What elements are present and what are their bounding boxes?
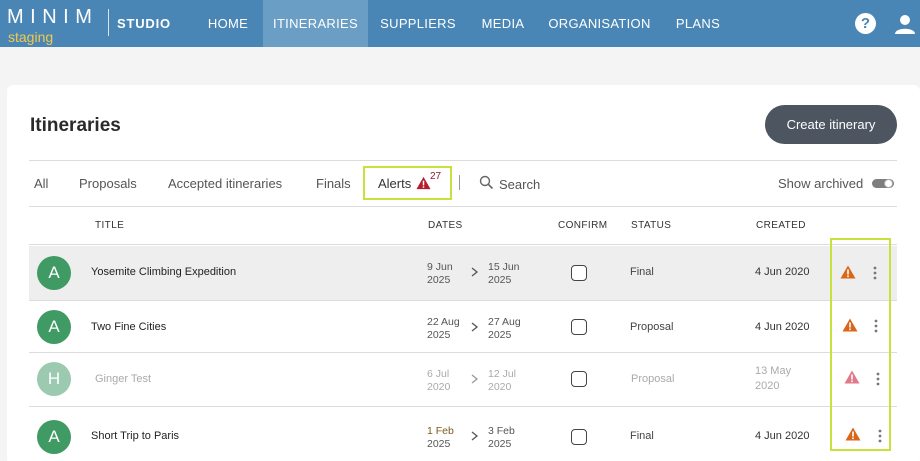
environment-label: staging [8,29,54,45]
header-divider [29,244,897,245]
created-date: 4 Jun 2020 [755,430,810,442]
show-archived-toggle[interactable] [872,179,894,188]
start-date-day: 9 Jun [427,261,453,273]
header-title[interactable]: TITLE [95,220,124,231]
brand-name: MINIM [7,6,99,28]
end-date-day: 3 Feb [488,425,515,437]
header-status[interactable]: STATUS [631,220,671,231]
end-date-day: 12 Jul [488,368,517,380]
product-label: STUDIO [117,16,171,31]
end-date-day: 27 Aug [488,316,521,328]
end-date-year: 2020 [488,381,512,393]
tab-divider [459,175,460,190]
header-created[interactable]: CREATED [756,220,806,231]
brand-divider [108,9,109,36]
top-navigation-bar: MINIM staging STUDIO HOME ITINERARIES SU… [0,0,920,47]
start-date-year: 2025 [427,438,451,450]
tab-alerts[interactable]: Alerts 27 [363,166,452,200]
nav-itineraries[interactable]: ITINERARIES [263,0,368,47]
status-text: Final [630,430,654,442]
table-row[interactable]: H Ginger Test 6 Jul 2020 12 Jul 2020 Pro… [29,353,897,406]
alerts-column-highlight [830,238,891,451]
brand-logo[interactable]: MINIM staging [7,5,102,45]
nav-plans[interactable]: PLANS [667,0,729,47]
confirm-checkbox[interactable] [571,371,587,387]
start-date-day: 22 Aug [427,316,460,328]
avatar: A [37,420,71,454]
avatar: H [37,362,71,396]
nav-media[interactable]: MEDIA [472,0,534,47]
chevron-right-icon [471,267,479,277]
itinerary-title[interactable]: Two Fine Cities [91,321,166,333]
nav-suppliers[interactable]: SUPPLIERS [372,0,464,47]
tab-proposals[interactable]: Proposals [79,176,137,191]
end-date-year: 2025 [488,438,512,450]
start-date-year: 2025 [427,329,451,341]
search-label[interactable]: Search [499,177,540,192]
page-title: Itineraries [30,115,121,136]
created-date-year: 2020 [755,380,780,392]
alert-warning-icon [416,176,431,190]
end-date-day: 15 Jun [488,261,520,273]
start-date-day: 1 Feb [427,425,454,437]
start-date-year: 2020 [427,381,451,393]
header-dates[interactable]: DATES [428,220,463,231]
end-date-year: 2025 [488,329,512,341]
filters-divider [29,206,897,207]
create-itinerary-button[interactable]: Create itinerary [765,105,897,144]
user-icon[interactable] [894,13,916,35]
start-date-year: 2025 [427,274,451,286]
search-icon[interactable] [479,175,494,190]
chevron-right-icon [471,374,479,384]
confirm-checkbox[interactable] [571,429,587,445]
nav-organisation[interactable]: ORGANISATION [543,0,656,47]
itinerary-title[interactable]: Short Trip to Paris [91,430,179,442]
start-date-day: 6 Jul [427,368,450,380]
table-row[interactable]: A Two Fine Cities 22 Aug 2025 27 Aug 202… [29,301,897,352]
avatar: A [37,310,71,344]
alerts-count-badge: 27 [430,171,442,182]
tab-all[interactable]: All [34,176,48,191]
end-date-year: 2025 [488,274,512,286]
tab-finals[interactable]: Finals [316,176,351,191]
status-text: Proposal [630,321,674,333]
title-divider [29,160,897,161]
itinerary-title[interactable]: Yosemite Climbing Expedition [91,266,236,278]
created-date: 4 Jun 2020 [755,321,810,333]
confirm-checkbox[interactable] [571,319,587,335]
nav-home[interactable]: HOME [196,0,260,47]
chevron-right-icon [471,322,479,332]
created-date-day: 13 May [755,365,792,377]
help-icon[interactable]: ? [855,13,876,34]
toggle-knob [884,179,893,188]
table-row[interactable]: A Yosemite Climbing Expedition 9 Jun 202… [29,246,897,300]
status-text: Final [630,266,654,278]
status-text: Proposal [631,373,675,385]
table-row[interactable]: A Short Trip to Paris 1 Feb 2025 3 Feb 2… [29,407,897,461]
tab-accepted-itineraries[interactable]: Accepted itineraries [168,176,282,191]
created-date: 4 Jun 2020 [755,266,810,278]
tab-alerts-label: Alerts [378,176,412,191]
header-confirm: CONFIRM [558,220,608,231]
confirm-checkbox[interactable] [571,265,587,281]
chevron-right-icon [471,431,479,441]
show-archived-label: Show archived [778,176,864,191]
avatar: A [37,256,71,290]
itinerary-title[interactable]: Ginger Test [95,373,151,385]
